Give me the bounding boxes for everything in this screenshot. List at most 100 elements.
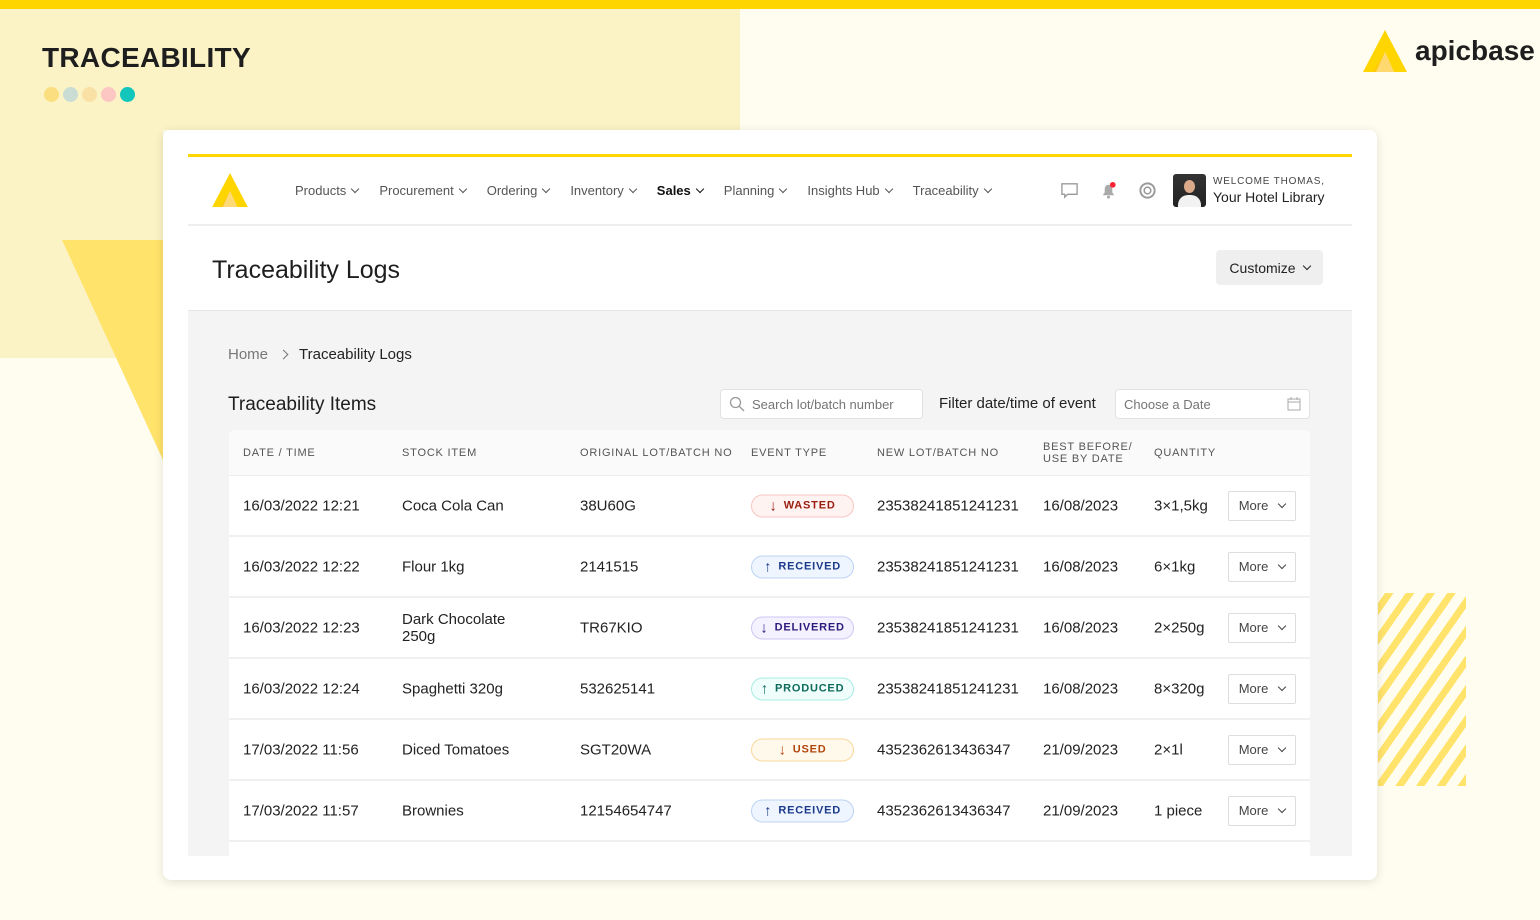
chevron-down-icon xyxy=(1278,682,1287,691)
nav-item-products[interactable]: Products xyxy=(295,183,360,198)
more-button[interactable]: More xyxy=(1228,551,1296,582)
table-header: DATE / TIME STOCK ITEM ORIGINAL LOT/BATCH … xyxy=(229,430,1310,476)
more-button[interactable]: More xyxy=(1228,673,1296,704)
customize-button[interactable]: Customize xyxy=(1216,250,1323,285)
nav-item-label: Planning xyxy=(723,183,775,198)
table-row: 16/03/2022 12:21 Coca Cola Can 38U60G ↓ W… xyxy=(229,476,1310,537)
arrow-down-icon: ↓ xyxy=(769,497,778,514)
nav-item-insights-hub[interactable]: Insights Hub xyxy=(807,183,893,198)
chevron-down-icon xyxy=(628,184,638,193)
calendar-icon[interactable] xyxy=(1287,397,1301,411)
more-button[interactable]: More xyxy=(1228,612,1296,643)
chevron-down-icon xyxy=(1278,743,1287,752)
color-dot xyxy=(63,87,78,102)
color-dot xyxy=(120,87,135,102)
table-row: 16/03/2022 12:24 Spaghetti 320g 53262514… xyxy=(229,659,1310,720)
chevron-right-icon xyxy=(278,349,289,360)
quantity-cell: 6×1kg xyxy=(1154,558,1196,575)
nav-item-ordering[interactable]: Ordering xyxy=(486,183,551,198)
new-lot-cell: 4352362613436347 xyxy=(877,802,1011,819)
search-input[interactable] xyxy=(752,396,912,412)
date-time-cell: 16/03/2022 12:23 xyxy=(243,619,360,636)
brand-logo: apicbase xyxy=(1363,30,1535,72)
nav-item-label: Procurement xyxy=(379,183,454,198)
help-icon[interactable] xyxy=(1138,181,1157,200)
arrow-down-icon: ↓ xyxy=(778,741,787,758)
column-header: DATE / TIME xyxy=(243,446,316,459)
column-header: QUANTITY xyxy=(1154,446,1217,459)
more-button[interactable]: More xyxy=(1228,795,1296,826)
nav-item-label: Traceability xyxy=(912,183,979,198)
event-type-label: WASTED xyxy=(783,499,836,512)
original-lot-cell: 2141515 xyxy=(580,558,639,575)
best-before-cell: 21/09/2023 xyxy=(1043,741,1119,758)
nav-item-inventory[interactable]: Inventory xyxy=(570,183,638,198)
arrow-up-icon: ↑ xyxy=(760,680,769,697)
event-type-label: RECEIVED xyxy=(778,804,841,817)
more-label: More xyxy=(1238,620,1269,635)
original-lot-cell: 12154654747 xyxy=(580,802,672,819)
best-before-cell: 16/08/2023 xyxy=(1043,497,1119,514)
nav-item-procurement[interactable]: Procurement xyxy=(379,183,467,198)
nav-item-label: Products xyxy=(295,183,347,198)
avatar xyxy=(1173,174,1206,207)
chevron-down-icon xyxy=(1302,261,1311,270)
original-lot-cell: 38U60G xyxy=(580,497,636,514)
best-before-cell: 16/08/2023 xyxy=(1043,680,1119,697)
stock-item-cell: Flour 1kg xyxy=(402,558,465,575)
breadcrumb-current: Traceability Logs xyxy=(299,346,412,363)
traceability-table: DATE / TIME STOCK ITEM ORIGINAL LOT/BATCH … xyxy=(229,430,1310,880)
date-input[interactable] xyxy=(1124,396,1284,412)
nav-item-label: Insights Hub xyxy=(807,183,880,198)
new-lot-cell: 23538241851241231 xyxy=(877,558,1019,575)
bell-icon[interactable] xyxy=(1099,181,1118,200)
more-label: More xyxy=(1238,559,1269,574)
arrow-up-icon: ↑ xyxy=(764,558,773,575)
breadcrumb-home[interactable]: Home xyxy=(228,346,268,363)
new-lot-cell: 23538241851241231 xyxy=(877,680,1019,697)
more-label: More xyxy=(1238,803,1269,818)
nav-item-traceability[interactable]: Traceability xyxy=(912,183,992,198)
chevron-down-icon xyxy=(1278,621,1287,630)
color-dot xyxy=(82,87,97,102)
chat-icon[interactable] xyxy=(1060,181,1079,200)
stock-item-cell: Spaghetti 320g xyxy=(402,680,503,697)
event-type-label: RECEIVED xyxy=(778,560,841,573)
original-lot-cell: SGT20WA xyxy=(580,741,652,758)
decorative-stripes xyxy=(1378,593,1466,786)
quantity-cell: 2×1l xyxy=(1154,741,1183,758)
more-label: More xyxy=(1238,742,1269,757)
more-label: More xyxy=(1238,681,1269,696)
user-menu[interactable]: WELCOME THOMAS, Your Hotel Library xyxy=(1173,174,1325,207)
event-type-badge: ↓ DELIVERED xyxy=(751,616,854,639)
stock-item-cell: Dark Chocolate 250g xyxy=(402,610,506,645)
app-logo-icon[interactable] xyxy=(212,173,248,207)
color-dot xyxy=(101,87,116,102)
new-lot-cell: 4352362613436347 xyxy=(877,741,1011,758)
page-title: Traceability Logs xyxy=(212,256,401,284)
search-box[interactable] xyxy=(720,389,923,419)
app-window: Products Procurement Ordering Inventory Sale… xyxy=(163,130,1377,880)
search-icon xyxy=(729,396,745,412)
more-button[interactable]: More xyxy=(1228,734,1296,765)
nav-item-planning[interactable]: Planning xyxy=(723,183,788,198)
more-label: More xyxy=(1238,498,1269,513)
nav-item-label: Sales xyxy=(656,183,691,198)
date-picker[interactable] xyxy=(1115,389,1310,419)
date-time-cell: 16/03/2022 12:21 xyxy=(243,497,360,514)
chevron-down-icon xyxy=(351,184,360,193)
event-type-badge: ↓ WASTED xyxy=(751,494,854,517)
nav-item-label: Ordering xyxy=(486,183,538,198)
hero-title: TRACEABILITY xyxy=(42,42,251,73)
top-nav: Products Procurement Ordering Inventory Sale… xyxy=(188,157,1352,226)
top-accent-bar xyxy=(0,0,1540,9)
event-type-badge: ↑ RECEIVED xyxy=(751,799,854,822)
original-lot-cell: TR67KIO xyxy=(580,619,643,636)
more-button[interactable]: More xyxy=(1228,490,1296,521)
table-row: 17/03/2022 11:57 Brownies 12154654747 ↑ R… xyxy=(229,781,1310,842)
stock-item-cell: Brownies xyxy=(402,802,464,819)
chevron-down-icon xyxy=(542,184,551,193)
chevron-down-icon xyxy=(1278,804,1287,813)
customize-label: Customize xyxy=(1229,259,1296,276)
nav-item-sales[interactable]: Sales xyxy=(656,183,705,198)
